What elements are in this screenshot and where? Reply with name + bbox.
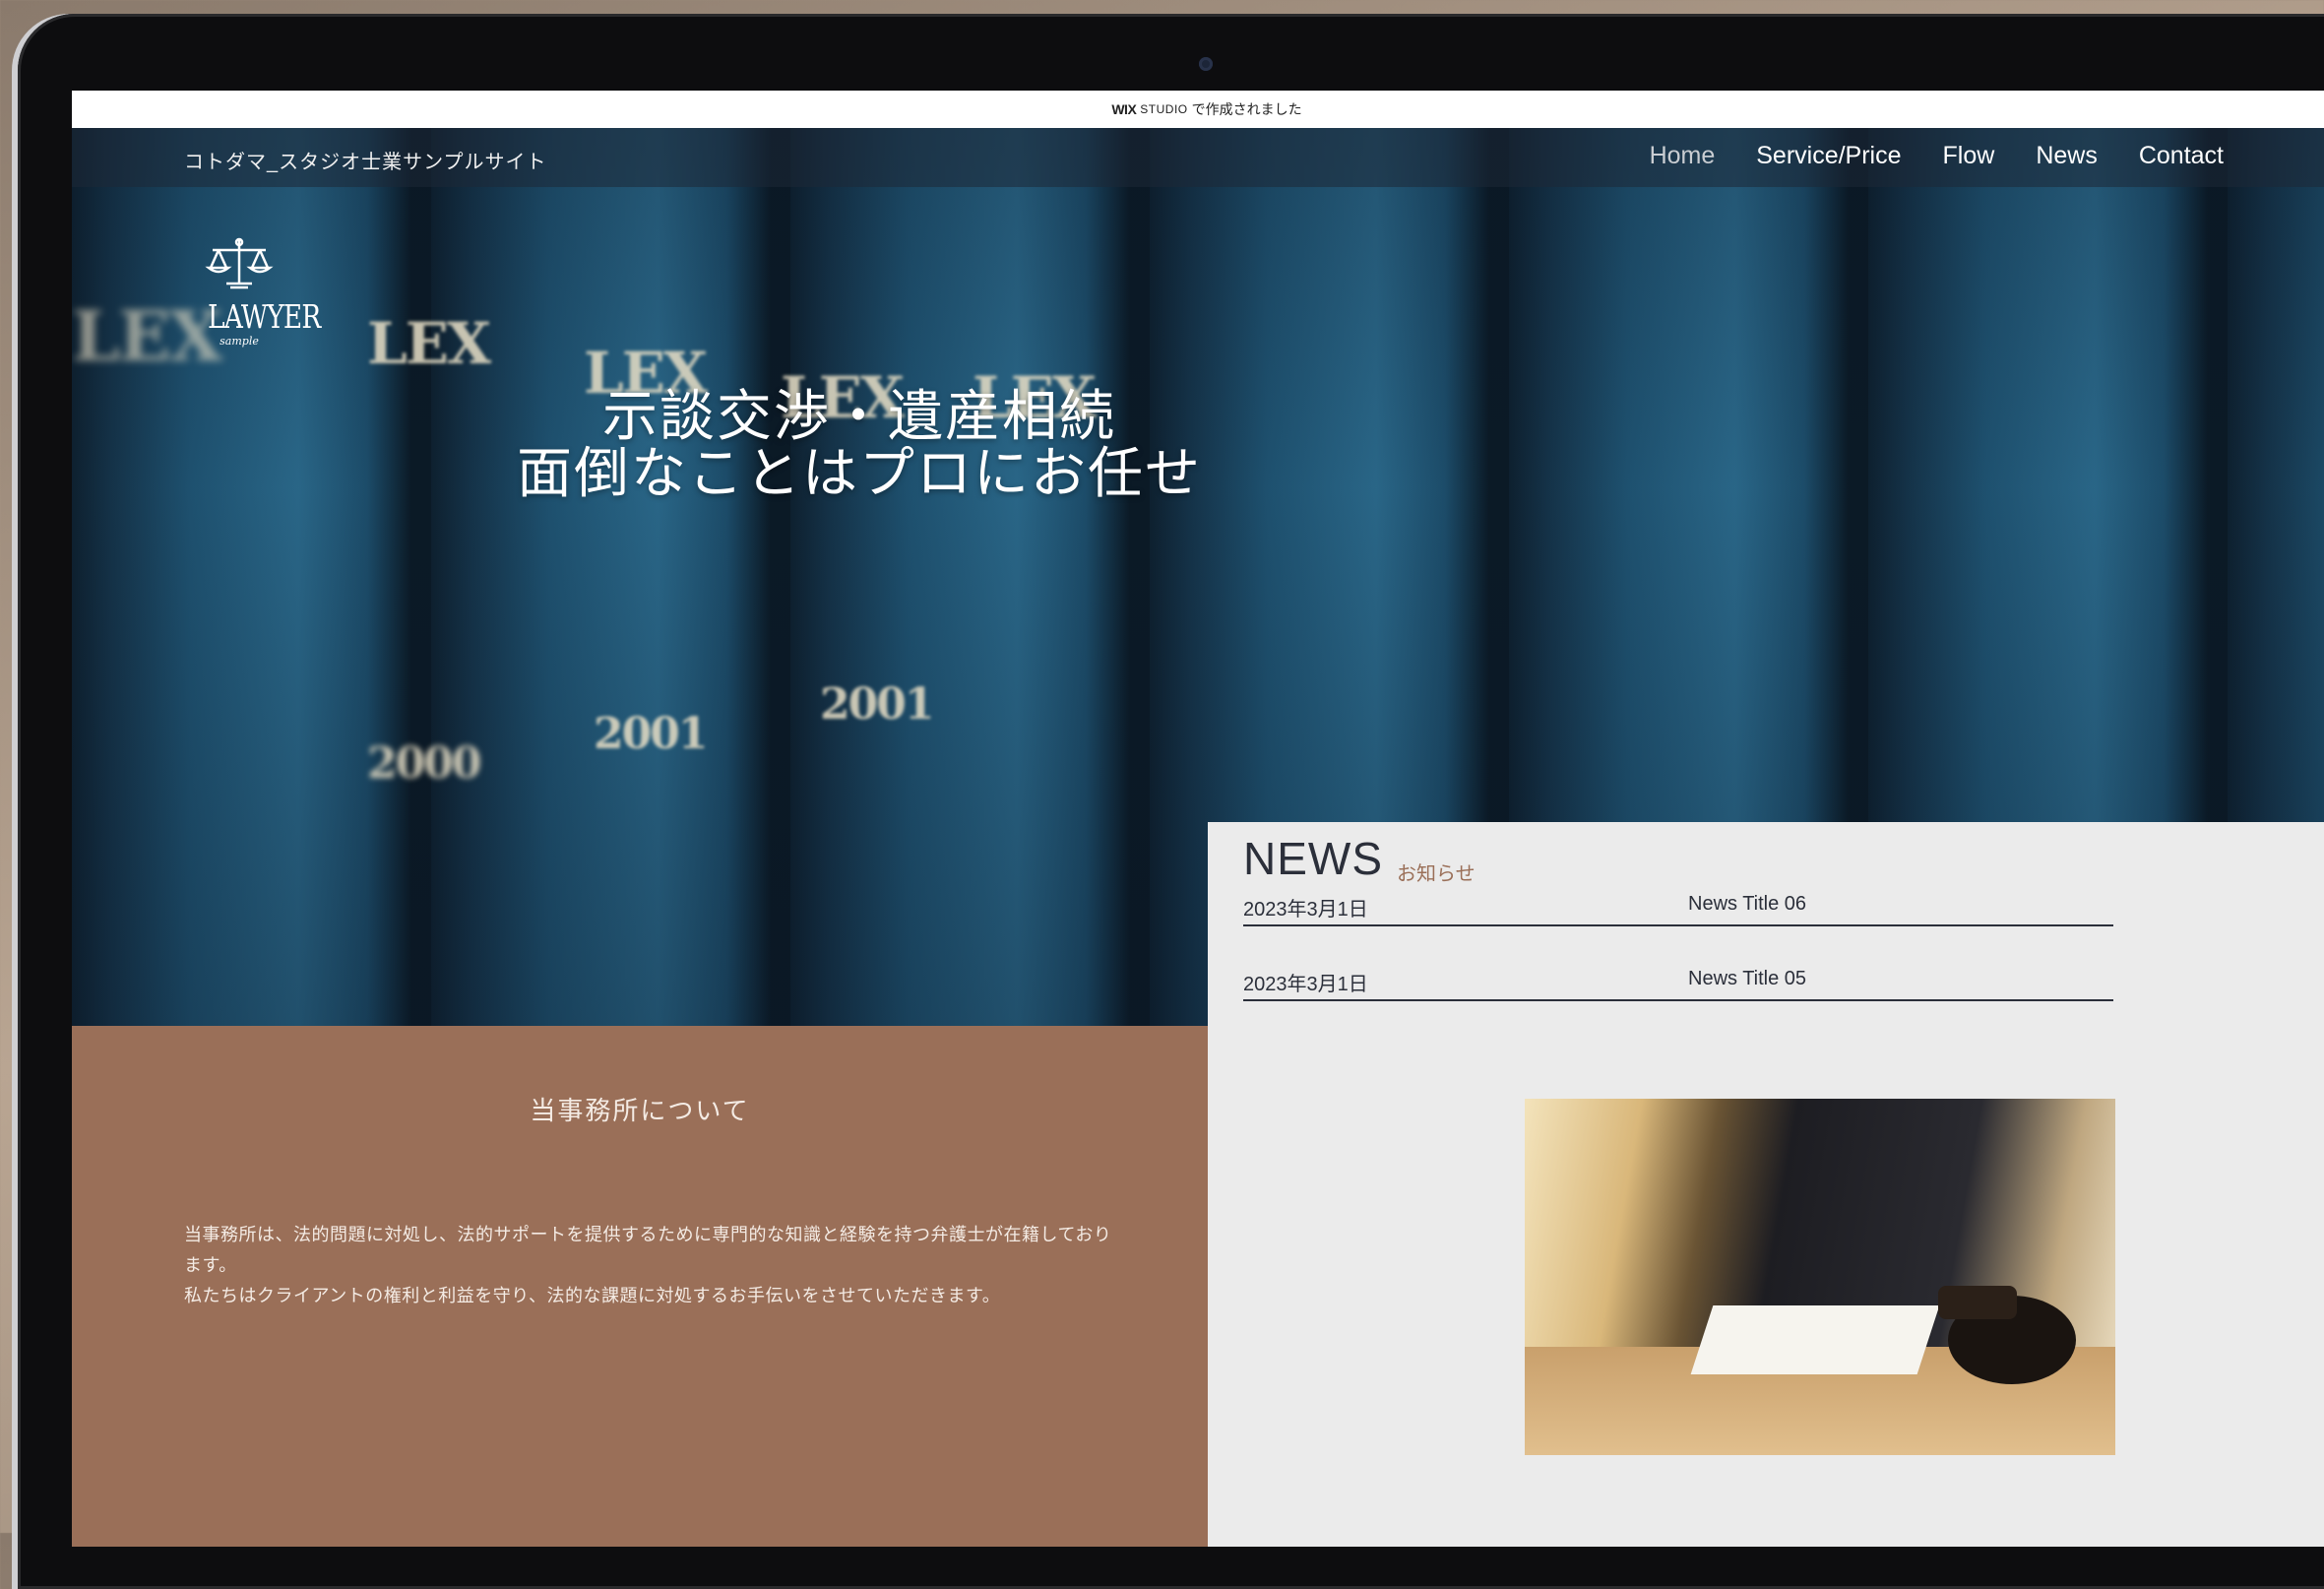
about-body: 当事務所は、法的問題に対処し、法的サポートを提供するために専門的な知識と経験を持…: [184, 1220, 1119, 1311]
news-date: 2023年3月1日: [1243, 974, 1368, 995]
banner-text: で作成されました: [1191, 101, 1302, 117]
book-spine-label: 2001: [594, 709, 708, 759]
logo-text: LAWYER: [208, 297, 321, 336]
news-item-title[interactable]: News Title 06: [1688, 893, 1806, 916]
about-paragraph-2: 私たちはクライアントの権利と利益を守り、法的な課題に対処するお手伝いをさせていた…: [184, 1286, 1001, 1305]
webcam-icon: [1199, 57, 1213, 71]
about-heading: 当事務所について: [530, 1097, 750, 1126]
about-paragraph-1: 当事務所は、法的問題に対処し、法的サポートを提供するために専門的な知識と経験を持…: [184, 1225, 1112, 1275]
photo-document: [1690, 1305, 1940, 1374]
site-name[interactable]: コトダマ_スタジオ士業サンプルサイト: [184, 146, 547, 174]
lawyer-logo[interactable]: LAWYER sample: [200, 236, 321, 348]
studio-logo: STUDIO: [1140, 102, 1188, 116]
news-item-title[interactable]: News Title 05: [1688, 968, 1806, 990]
hero-headline-line2: 面倒なことはプロにお任せ: [517, 442, 1202, 506]
nav-service-price[interactable]: Service/Price: [1756, 142, 1901, 170]
laptop-frame: WIX STUDIO で作成されました LEX LEX LEX LEX LEX …: [18, 14, 2324, 1589]
nav-contact[interactable]: Contact: [2139, 142, 2224, 170]
wix-logo: WIX: [1111, 101, 1137, 117]
lawyer-signing-document-photo: [1525, 1099, 2115, 1455]
news-section: NEWS お知らせ 2023年3月1日 News Title 06 2023年3…: [1208, 822, 2324, 1547]
book-spine-label: 2000: [367, 738, 481, 789]
nav-news[interactable]: News: [2036, 142, 2098, 170]
news-heading: NEWS: [1243, 833, 1383, 884]
gavel-head: [1938, 1286, 2017, 1319]
hero-headline: 示談交渉・遺産相続 面倒なことはプロにお任せ: [72, 389, 1647, 503]
hero-headline-line1: 示談交渉・遺産相続: [602, 385, 1116, 449]
book-spine-label: LEX: [367, 310, 491, 377]
nav-flow[interactable]: Flow: [1943, 142, 1995, 170]
news-list-item[interactable]: 2023年3月1日 News Title 05: [1243, 960, 2113, 1001]
news-date: 2023年3月1日: [1243, 899, 1368, 921]
wix-studio-banner[interactable]: WIX STUDIO で作成されました: [72, 91, 2324, 128]
logo-subtext: sample: [220, 335, 259, 348]
nav-home[interactable]: Home: [1650, 142, 1716, 170]
book-spine-label: 2001: [820, 679, 934, 730]
news-list-item[interactable]: 2023年3月1日 News Title 06: [1243, 885, 2113, 926]
site-header: コトダマ_スタジオ士業サンプルサイト Home Service/Price Fl…: [72, 128, 2324, 187]
book-spine-label: LEX: [72, 295, 222, 377]
browser-screen: WIX STUDIO で作成されました LEX LEX LEX LEX LEX …: [72, 91, 2324, 1547]
about-section: 当事務所について 当事務所は、法的問題に対処し、法的サポートを提供するために専門…: [72, 1026, 1208, 1547]
main-nav: Home Service/Price Flow News Contact: [1650, 142, 2224, 170]
scales-of-justice-icon: [205, 237, 274, 289]
news-subheading: お知らせ: [1397, 861, 1476, 885]
